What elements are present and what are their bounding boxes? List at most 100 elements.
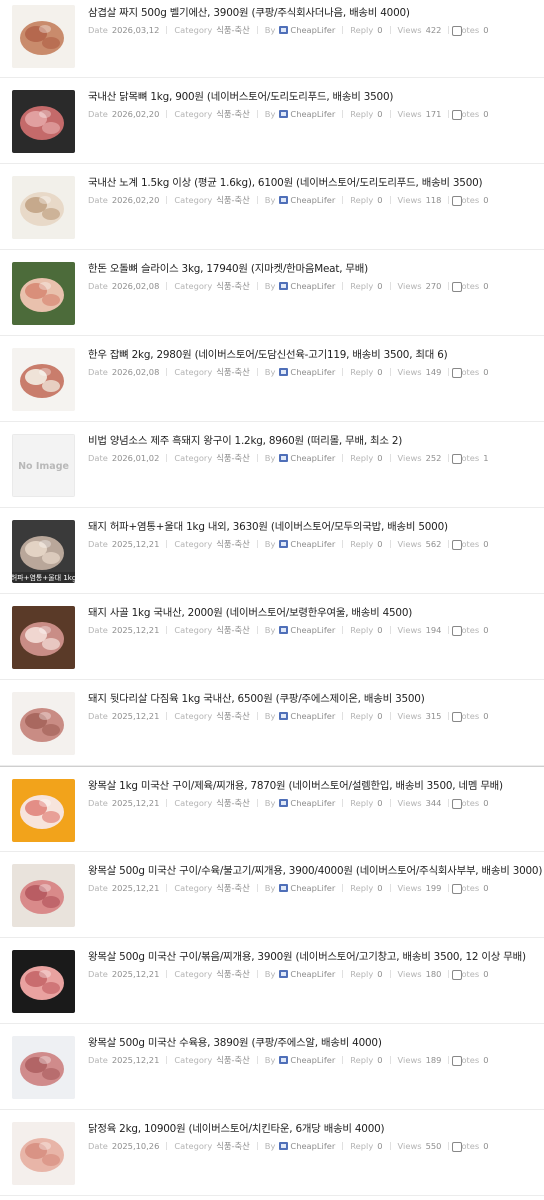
category-label: Category	[174, 711, 213, 721]
post-row[interactable]: 국내산 닭목뼈 1kg, 900원 (네이버스토어/도리도리푸드, 배송비 35…	[0, 78, 544, 164]
post-title[interactable]: 비법 양념소스 제주 흑돼지 왕구이 1.2kg, 8960원 (떠리몰, 무배…	[88, 432, 544, 447]
select-checkbox[interactable]	[452, 196, 462, 206]
post-row[interactable]: 왕목살 1kg 미국산 구이/제육/찌개용, 7870원 (네이버스토어/설렘한…	[0, 766, 544, 852]
votes-count: 0	[483, 25, 489, 35]
post-category[interactable]: 식품-축산	[216, 1054, 250, 1066]
meta-divider	[448, 884, 450, 892]
post-author[interactable]: CheapLifer	[290, 109, 335, 119]
post-title[interactable]: 왕목살 500g 미국산 구이/볶음/찌개용, 3900원 (네이버스토어/고기…	[88, 948, 544, 963]
post-author[interactable]: CheapLifer	[290, 453, 335, 463]
thumbnail[interactable]	[12, 348, 75, 411]
post-title[interactable]: 삼겹살 짜지 500g 벨기에산, 3900원 (쿠팡/주식회사더나음, 배송비…	[88, 4, 544, 19]
post-author[interactable]: CheapLifer	[290, 1055, 335, 1065]
post-category[interactable]: 식품-축산	[216, 538, 250, 550]
thumbnail[interactable]	[12, 864, 75, 927]
post-date: 2025,12,21	[111, 539, 160, 549]
votes-count: 0	[483, 109, 489, 119]
select-checkbox[interactable]	[452, 1142, 462, 1152]
post-title[interactable]: 닭정육 2kg, 10900원 (네이버스토어/치킨타운, 6개당 배송비 40…	[88, 1120, 544, 1135]
post-row[interactable]: 한우 잡뼈 2kg, 2980원 (네이버스토어/도담신선육-고기119, 배송…	[0, 336, 544, 422]
post-author[interactable]: CheapLifer	[290, 711, 335, 721]
post-author[interactable]: CheapLifer	[290, 625, 335, 635]
post-row[interactable]: 왕목살 500g 미국산 구이/볶음/찌개용, 3900원 (네이버스토어/고기…	[0, 938, 544, 1024]
meta-divider	[389, 282, 391, 290]
select-checkbox[interactable]	[452, 884, 462, 894]
post-title[interactable]: 국내산 닭목뼈 1kg, 900원 (네이버스토어/도리도리푸드, 배송비 35…	[88, 88, 544, 103]
post-category[interactable]: 식품-축산	[216, 24, 250, 36]
post-title[interactable]: 왕목살 500g 미국산 수육용, 3890원 (쿠팡/주에스알, 배송비 40…	[88, 1034, 544, 1049]
post-row[interactable]: 왕목살 500g 미국산 수육용, 3890원 (쿠팡/주에스알, 배송비 40…	[0, 1024, 544, 1110]
post-category[interactable]: 식품-축산	[216, 968, 250, 980]
post-category[interactable]: 식품-축산	[216, 882, 250, 894]
post-category[interactable]: 식품-축산	[216, 710, 250, 722]
post-author[interactable]: CheapLifer	[290, 195, 335, 205]
post-row[interactable]: 돼지 사골 1kg 국내산, 2000원 (네이버스토어/보령한우여울, 배송비…	[0, 594, 544, 680]
post-row[interactable]: 허파+염통+울대 1kg 돼지 허파+염통+울대 1kg 내외, 3630원 (네…	[0, 508, 544, 594]
post-title[interactable]: 국내산 노계 1.5kg 이상 (평균 1.6kg), 6100원 (네이버스토…	[88, 174, 544, 189]
post-row[interactable]: 국내산 노계 1.5kg 이상 (평균 1.6kg), 6100원 (네이버스토…	[0, 164, 544, 250]
post-title[interactable]: 돼지 허파+염통+울대 1kg 내외, 3630원 (네이버스토어/모두의국밥,…	[88, 518, 544, 533]
select-checkbox[interactable]	[452, 454, 462, 464]
post-category[interactable]: 식품-축산	[216, 452, 250, 464]
select-checkbox[interactable]	[452, 970, 462, 980]
post-category[interactable]: 식품-축산	[216, 108, 250, 120]
post-author[interactable]: CheapLifer	[290, 25, 335, 35]
select-checkbox[interactable]	[452, 540, 462, 550]
thumbnail[interactable]	[12, 5, 75, 68]
thumbnail[interactable]	[12, 1122, 75, 1185]
post-category[interactable]: 식품-축산	[216, 280, 250, 292]
post-author[interactable]: CheapLifer	[290, 1141, 335, 1151]
post-meta: Date 2025,12,21 Category 식품-축산 By CheapLifer R…	[88, 538, 544, 550]
by-label: By	[264, 281, 276, 291]
post-title[interactable]: 돼지 뒷다리살 다짐육 1kg 국내산, 6500원 (쿠팡/주에스제이온, 배…	[88, 690, 544, 705]
post-title[interactable]: 한우 잡뼈 2kg, 2980원 (네이버스토어/도담신선육-고기119, 배송…	[88, 346, 544, 361]
chicken-thigh-icon	[12, 1122, 75, 1185]
thumbnail[interactable]	[12, 90, 75, 153]
post-category[interactable]: 식품-축산	[216, 624, 250, 636]
post-author[interactable]: CheapLifer	[290, 969, 335, 979]
post-author[interactable]: CheapLifer	[290, 281, 335, 291]
post-title[interactable]: 왕목살 500g 미국산 구이/수육/불고기/찌개용, 3900/4000원 (…	[88, 862, 544, 877]
select-checkbox[interactable]	[452, 799, 462, 809]
thumbnail[interactable]	[12, 262, 75, 325]
post-title[interactable]: 돼지 사골 1kg 국내산, 2000원 (네이버스토어/보령한우여울, 배송비…	[88, 604, 544, 619]
post-category[interactable]: 식품-축산	[216, 797, 250, 809]
post-author[interactable]: CheapLifer	[290, 798, 335, 808]
post-row[interactable]: No Image 비법 양념소스 제주 흑돼지 왕구이 1.2kg, 8960원 …	[0, 422, 544, 508]
post-category[interactable]: 식품-축산	[216, 194, 250, 206]
select-checkbox[interactable]	[452, 712, 462, 722]
post-row[interactable]: 닭정육 2kg, 10900원 (네이버스토어/치킨타운, 6개당 배송비 40…	[0, 1110, 544, 1196]
post-row[interactable]: 왕목살 500g 미국산 구이/수육/불고기/찌개용, 3900/4000원 (…	[0, 852, 544, 938]
post-category[interactable]: 식품-축산	[216, 1140, 250, 1152]
category-label: Category	[174, 1055, 213, 1065]
select-checkbox[interactable]	[452, 26, 462, 36]
post-row[interactable]: 돼지 뒷다리살 다짐육 1kg 국내산, 6500원 (쿠팡/주에스제이온, 배…	[0, 680, 544, 766]
select-checkbox[interactable]	[452, 282, 462, 292]
thumbnail[interactable]	[12, 176, 75, 239]
select-checkbox[interactable]	[452, 626, 462, 636]
thumbnail[interactable]: No Image	[12, 434, 75, 497]
votes-count: 0	[483, 281, 489, 291]
post-meta: Date 2025,12,21 Category 식품-축산 By CheapLifer R…	[88, 710, 544, 722]
post-row[interactable]: 삼겹살 짜지 500g 벨기에산, 3900원 (쿠팡/주식회사더나음, 배송비…	[0, 0, 544, 78]
select-checkbox[interactable]	[452, 1056, 462, 1066]
select-checkbox[interactable]	[452, 368, 462, 378]
thumbnail[interactable]: 허파+염통+울대 1kg	[12, 520, 75, 583]
post-author[interactable]: CheapLifer	[290, 883, 335, 893]
date-label: Date	[88, 539, 108, 549]
post-category[interactable]: 식품-축산	[216, 366, 250, 378]
post-title[interactable]: 한돈 오돌뼈 슬라이스 3kg, 17940원 (지마켓/한마음Meat, 무배…	[88, 260, 544, 275]
post-row[interactable]: 한돈 오돌뼈 슬라이스 3kg, 17940원 (지마켓/한마음Meat, 무배…	[0, 250, 544, 336]
thumbnail[interactable]	[12, 1036, 75, 1099]
thumbnail[interactable]	[12, 779, 75, 842]
thumbnail[interactable]	[12, 950, 75, 1013]
post-author[interactable]: CheapLifer	[290, 367, 335, 377]
select-checkbox[interactable]	[452, 110, 462, 120]
meta-divider	[256, 799, 258, 807]
meta-divider	[448, 626, 450, 634]
meta-divider	[389, 712, 391, 720]
post-title[interactable]: 왕목살 1kg 미국산 구이/제육/찌개용, 7870원 (네이버스토어/설렘한…	[88, 777, 544, 792]
thumbnail[interactable]	[12, 606, 75, 669]
thumbnail[interactable]	[12, 692, 75, 755]
post-author[interactable]: CheapLifer	[290, 539, 335, 549]
